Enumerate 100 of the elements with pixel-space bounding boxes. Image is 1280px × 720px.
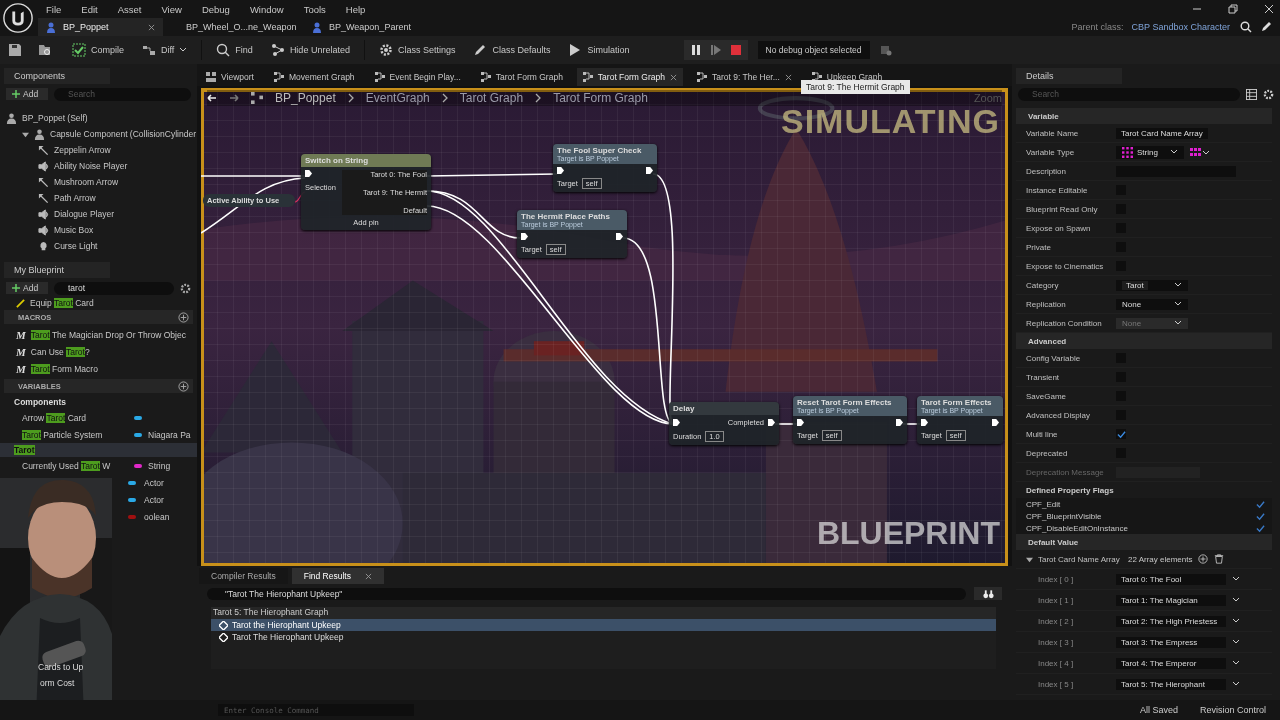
result-item[interactable]: Tarot The Hierophant Upkeep: [211, 631, 996, 643]
component-item[interactable]: Mushroom Arrow: [0, 174, 197, 190]
toolbar-button[interactable]: Find: [212, 41, 257, 59]
forward-arrow-icon[interactable]: [229, 93, 239, 103]
parent-class-link[interactable]: CBP Sandbox Character: [1131, 22, 1230, 32]
caret-icon[interactable]: [1232, 597, 1240, 603]
text-field[interactable]: Tarot 1: The Magician: [1116, 594, 1226, 606]
exec-pin[interactable]: [992, 419, 999, 426]
step-icon[interactable]: [709, 44, 722, 56]
variable-item[interactable]: Actor: [128, 491, 188, 508]
panel-tab[interactable]: Components: [4, 68, 110, 84]
variable-item[interactable]: Tarot Particle System Niagara Pa: [0, 426, 197, 443]
result-group[interactable]: Tarot 5: The Hierophant Graph: [211, 607, 996, 619]
menu-item[interactable]: Debug: [201, 3, 230, 15]
section-header[interactable]: Advanced: [1016, 333, 1272, 349]
dropdown[interactable]: None: [1116, 298, 1188, 310]
component-item[interactable]: Ability Noise Player: [0, 158, 197, 174]
menu-item[interactable]: Edit: [81, 3, 98, 15]
component-item[interactable]: Path Arrow: [0, 190, 197, 206]
add-button[interactable]: Add: [6, 282, 48, 294]
caret-icon[interactable]: [1232, 681, 1240, 687]
breadcrumb-item[interactable]: BP_Poppet: [275, 91, 336, 105]
graph-tab[interactable]: Tarot 9: The Her...: [690, 68, 798, 86]
stop-icon[interactable]: [729, 44, 742, 56]
panel-tab[interactable]: Details: [1016, 68, 1122, 84]
add-button[interactable]: Add: [6, 88, 48, 100]
debug-filter-icon[interactable]: [879, 44, 892, 56]
document-tab[interactable]: BP_Weapon_Parent: [304, 18, 429, 36]
save-status[interactable]: All Saved: [1139, 705, 1178, 715]
breadcrumb-item[interactable]: Tarot Form Graph: [553, 91, 648, 105]
revision-control-button[interactable]: Revision Control: [1199, 705, 1266, 715]
trash-icon[interactable]: [1214, 554, 1225, 564]
component-item[interactable]: BP_Poppet (Self): [0, 110, 197, 126]
settings-icon[interactable]: [1263, 88, 1274, 100]
container-type-icon[interactable]: [1190, 146, 1210, 158]
engine-logo-icon[interactable]: [2, 2, 34, 34]
result-item[interactable]: Tarot the Hierophant Upkeep: [211, 619, 996, 631]
type-dropdown[interactable]: String: [1116, 145, 1184, 159]
table-icon[interactable]: [1246, 88, 1257, 100]
menu-item[interactable]: View: [161, 3, 182, 15]
caret-icon[interactable]: [1232, 660, 1240, 666]
save-icon[interactable]: [8, 43, 22, 57]
search-field[interactable]: tarot: [54, 281, 174, 295]
breadcrumb-item[interactable]: EventGraph: [365, 91, 430, 105]
menu-item[interactable]: Help: [345, 3, 366, 15]
expand-arrow-icon[interactable]: [22, 130, 29, 138]
toolbar-button[interactable]: Simulation: [564, 41, 634, 59]
exec-pin[interactable]: [896, 419, 903, 426]
close-icon[interactable]: [784, 73, 792, 81]
exec-pin[interactable]: [768, 419, 775, 426]
exec-pin[interactable]: [646, 167, 653, 174]
graph-tab[interactable]: Tarot Form Graph: [474, 68, 569, 86]
text-field[interactable]: Tarot 2: The High Priestess: [1116, 615, 1226, 627]
component-item[interactable]: Dialogue Player: [0, 206, 197, 222]
browse-icon[interactable]: [38, 43, 52, 57]
section-header[interactable]: Default Value: [1016, 534, 1272, 550]
exec-pin[interactable]: [305, 170, 312, 177]
checkbox[interactable]: [1116, 429, 1126, 439]
expand-arrow-icon[interactable]: [1026, 555, 1033, 563]
menu-item[interactable]: Window: [249, 3, 284, 15]
toolbar-button[interactable]: Diff: [138, 41, 192, 59]
restore-icon[interactable]: [1228, 4, 1238, 14]
category-header[interactable]: Tarot: [0, 443, 197, 457]
variable-item[interactable]: oolean: [128, 508, 188, 525]
exec-pin[interactable]: [616, 233, 623, 240]
caret-icon[interactable]: [1232, 576, 1240, 582]
toolbar-button[interactable]: Compile: [68, 41, 128, 59]
document-tab[interactable]: BP_Poppet: [38, 18, 163, 36]
graph-tab[interactable]: Viewport: [200, 68, 260, 86]
panel-tab[interactable]: Compiler Results: [199, 568, 288, 584]
component-item[interactable]: Curse Light: [0, 238, 197, 254]
menu-item[interactable]: File: [46, 3, 62, 15]
toolbar-button[interactable]: Class Settings: [374, 41, 460, 59]
component-item[interactable]: Capsule Component (CollisionCylinder: [0, 126, 197, 142]
blueprint-item[interactable]: M Tarot The Magician Drop Or Throw Objec: [0, 326, 197, 343]
text-field[interactable]: Tarot Card Name Array: [1116, 127, 1208, 139]
caret-icon[interactable]: [1232, 618, 1240, 624]
panel-tab[interactable]: My Blueprint: [4, 262, 110, 278]
blueprint-item[interactable]: Equip Tarot Card: [0, 298, 197, 308]
toolbar-button[interactable]: Hide Unrelated: [266, 41, 354, 59]
panel-tab[interactable]: Find Results: [291, 568, 384, 584]
add-icon[interactable]: [178, 311, 189, 323]
category-header[interactable]: Components: [0, 395, 197, 409]
document-tab[interactable]: BP_Wheel_O...ne_Weapon: [171, 18, 296, 36]
text-field[interactable]: Tarot 5: The Hierophant: [1116, 678, 1226, 690]
add-icon[interactable]: [1198, 554, 1209, 564]
blueprint-item[interactable]: M Tarot Form Macro: [0, 360, 197, 377]
variable-item[interactable]: Currently Used Tarot W String: [0, 457, 197, 474]
variable-item[interactable]: Actor: [128, 474, 188, 491]
graph-tab[interactable]: Tarot Form Graph: [576, 68, 683, 86]
add-icon[interactable]: [178, 380, 189, 392]
pen-icon[interactable]: [1260, 21, 1272, 33]
search-icon[interactable]: [1240, 21, 1252, 33]
text-field[interactable]: Tarot 0: The Fool: [1116, 573, 1226, 585]
close-icon[interactable]: [1264, 4, 1274, 14]
toolbar-button[interactable]: Class Defaults: [469, 41, 555, 59]
text-field[interactable]: Tarot 4: The Emperor: [1116, 657, 1226, 669]
graph-tab[interactable]: Event Begin Play...: [368, 68, 467, 86]
caret-icon[interactable]: [1232, 639, 1240, 645]
pause-icon[interactable]: [689, 44, 702, 56]
